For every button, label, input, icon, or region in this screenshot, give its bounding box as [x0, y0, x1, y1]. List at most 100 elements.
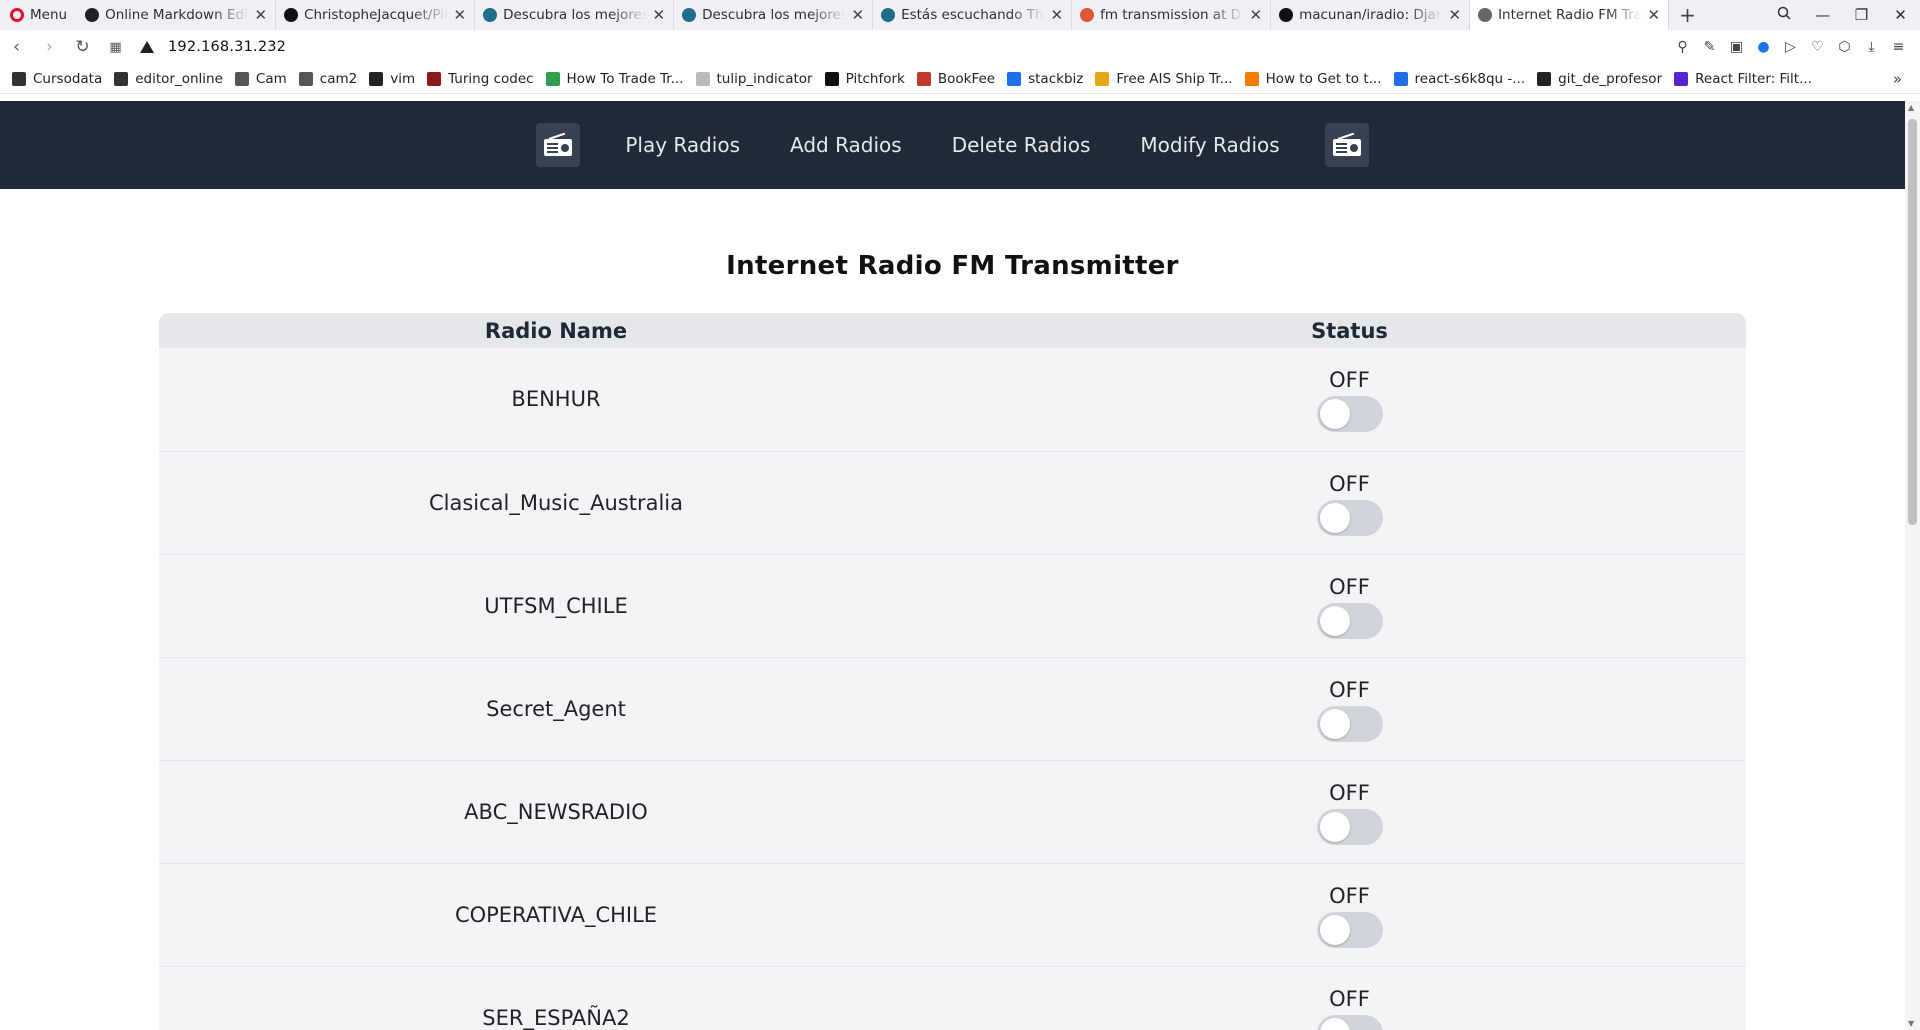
bookmark-item[interactable]: tulip_indicator	[695, 71, 813, 87]
forward-icon[interactable]: ›	[33, 37, 66, 57]
bookmark-item[interactable]: react-s6k8qu -...	[1393, 71, 1525, 87]
scrollbar-thumb[interactable]	[1908, 119, 1917, 525]
turing-icon	[427, 71, 442, 86]
browser-menu-button[interactable]: Menu	[0, 0, 77, 30]
more-bookmarks-icon[interactable]: »	[1893, 70, 1902, 88]
insecure-warning-icon[interactable]	[140, 41, 154, 53]
close-tab-icon[interactable]: ✕	[1250, 6, 1263, 24]
reload-icon[interactable]: ↻	[66, 37, 99, 57]
close-tab-icon[interactable]: ✕	[653, 6, 666, 24]
status-wrap: OFF	[953, 676, 1746, 742]
radio-logo-icon[interactable]	[536, 123, 581, 167]
bookmark-label: React Filter: Filt...	[1695, 70, 1812, 87]
tab-title: Descubra los mejores	[503, 7, 647, 23]
status-toggle[interactable]	[1316, 602, 1383, 639]
search-tabs-icon[interactable]	[1764, 6, 1803, 24]
bookmark-item[interactable]: Turing codec	[427, 71, 534, 87]
close-tab-icon[interactable]: ✕	[454, 6, 467, 24]
close-tab-icon[interactable]: ✕	[1051, 6, 1064, 24]
status-text: OFF	[1329, 677, 1370, 702]
blogger-icon	[1244, 71, 1259, 86]
browser-tab[interactable]: Online Markdown Edit ✕	[77, 0, 277, 30]
browser-tab[interactable]: macunan/iradio: Djan ✕	[1271, 0, 1471, 30]
bookmark-item[interactable]: BookFee	[916, 71, 995, 87]
easy-setup-icon[interactable]: ≡	[1885, 39, 1912, 55]
globe-icon	[881, 8, 896, 22]
status-cell: OFF	[953, 451, 1746, 555]
url-field[interactable]: 192.168.31.232	[168, 39, 286, 55]
send-icon[interactable]: ▷	[1777, 39, 1804, 55]
bookmark-label: How To Trade Tr...	[566, 70, 684, 87]
nav-modify-radios[interactable]: Modify Radios	[1120, 123, 1299, 167]
browser-tab[interactable]: fm transmission at Du ✕	[1072, 0, 1272, 30]
minimize-icon[interactable]: —	[1803, 6, 1842, 24]
tab-list: Online Markdown Edit ✕ ChristopheJacquet/P…	[77, 0, 1670, 30]
browser-tab[interactable]: Estás escuchando The ✕	[873, 0, 1073, 30]
bookmark-item[interactable]: cam2	[298, 71, 357, 87]
browser-tab[interactable]: Descubra los mejores ✕	[475, 0, 675, 30]
bookmark-item[interactable]: React Filter: Filt...	[1674, 71, 1812, 87]
browser-tab[interactable]: Descubra los mejores ✕	[674, 0, 874, 30]
close-tab-icon[interactable]: ✕	[255, 6, 268, 24]
new-tab-icon[interactable]: +	[1669, 3, 1706, 27]
status-toggle[interactable]	[1316, 911, 1383, 948]
browser-tab[interactable]: ChristopheJacquet/PiF ✕	[276, 0, 476, 30]
nav-add-radios[interactable]: Add Radios	[770, 123, 922, 167]
github-icon	[369, 71, 384, 86]
radio-table: Radio Name Status BENHUR OFF Clasical_Musi…	[159, 313, 1746, 1030]
status-toggle[interactable]	[1316, 808, 1383, 845]
close-tab-icon[interactable]: ✕	[1449, 6, 1462, 24]
status-toggle[interactable]	[1316, 396, 1383, 433]
bookmark-item[interactable]: How to Get to t...	[1244, 71, 1382, 87]
scroll-down-icon[interactable]: ▼	[1908, 1019, 1914, 1028]
bookmark-item[interactable]: Free AIS Ship Tr...	[1095, 71, 1233, 87]
close-tab-icon[interactable]: ✕	[852, 6, 865, 24]
nav-play-radios[interactable]: Play Radios	[605, 123, 760, 167]
editor-icon	[114, 71, 129, 86]
scroll-up-icon[interactable]: ▲	[1908, 103, 1914, 112]
restore-icon[interactable]: ❐	[1842, 6, 1881, 24]
bookmark-item[interactable]: Cam	[234, 71, 287, 87]
bookmark-item[interactable]: vim	[369, 71, 415, 87]
page-scrollbar[interactable]: ▲ ▼	[1905, 101, 1920, 1030]
bookmark-item[interactable]: editor_online	[114, 71, 223, 87]
bookmark-item[interactable]: Cursodata	[12, 71, 102, 87]
bookmark-label: Pitchfork	[845, 70, 905, 87]
status-toggle[interactable]	[1316, 499, 1383, 536]
nav-delete-radios[interactable]: Delete Radios	[932, 123, 1111, 167]
status-text: OFF	[1329, 986, 1370, 1011]
radio-logo-icon-right[interactable]	[1324, 123, 1369, 167]
radio-name-cell: Secret_Agent	[159, 657, 953, 761]
zoom-icon[interactable]: ⚲	[1669, 39, 1696, 55]
column-header-status: Status	[953, 313, 1746, 348]
browser-tab[interactable]: Internet Radio FM Tran ✕	[1470, 0, 1670, 30]
page-title: Internet Radio FM Transmitter	[726, 251, 1179, 281]
download-icon[interactable]: ⤓	[1858, 39, 1885, 55]
duckduckgo-icon	[1080, 8, 1095, 22]
radio-name-cell: COPERATIVA_CHILE	[159, 863, 953, 967]
edit-icon[interactable]: ✎	[1696, 39, 1723, 55]
bookmarks-bar: Cursodata editor_online Cam cam2 vim Turing c…	[0, 64, 1920, 94]
radio-name-cell: Clasical_Music_Australia	[159, 451, 953, 555]
toggle-knob	[1319, 502, 1350, 533]
top-navbar: Play Radios Add Radios Delete Radios Mod…	[0, 101, 1905, 189]
bookmark-item[interactable]: How To Trade Tr...	[545, 70, 684, 87]
bookmark-item[interactable]: git_de_profesor	[1537, 71, 1662, 87]
close-window-icon[interactable]: ✕	[1881, 6, 1920, 24]
status-toggle[interactable]	[1316, 1014, 1383, 1030]
back-icon[interactable]: ‹	[0, 37, 33, 57]
heart-icon[interactable]: ♡	[1804, 39, 1831, 55]
browser-menu-label: Menu	[30, 7, 68, 23]
bookmark-item[interactable]: stackbiz	[1007, 71, 1083, 87]
cube-icon[interactable]: ⬡	[1831, 39, 1858, 55]
status-toggle[interactable]	[1316, 705, 1383, 742]
status-wrap: OFF	[953, 779, 1746, 845]
column-header-radio-name: Radio Name	[159, 313, 953, 348]
tab-grid-icon[interactable]: ▦	[99, 40, 132, 55]
shield-icon[interactable]: ●	[1750, 39, 1777, 55]
tab-title: fm transmission at Du	[1100, 7, 1244, 23]
close-tab-icon[interactable]: ✕	[1648, 6, 1661, 24]
document-icon	[1478, 8, 1493, 22]
bookmark-item[interactable]: Pitchfork	[824, 70, 905, 87]
camera-icon[interactable]: ▣	[1723, 39, 1750, 55]
